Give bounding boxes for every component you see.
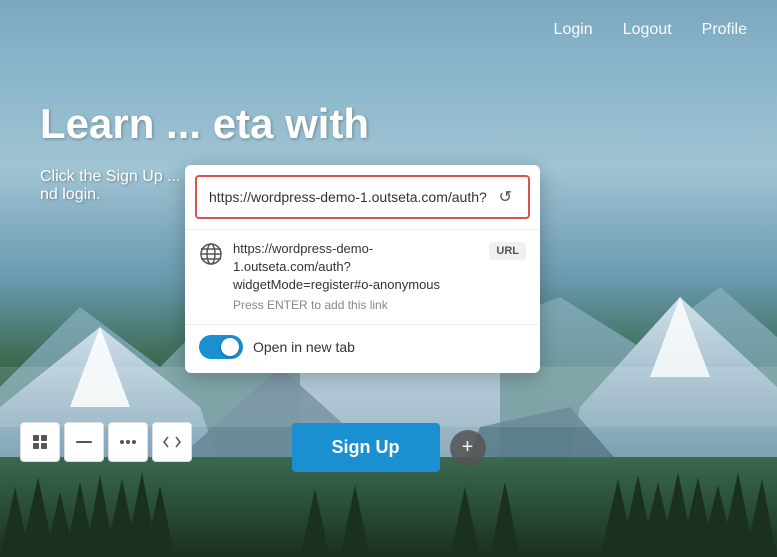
link-reset-button[interactable]: ↺ [495,187,516,207]
toolbar-code-btn[interactable] [152,422,192,462]
bottom-toolbar [20,422,192,462]
link-input[interactable] [209,189,495,205]
toolbar-minus-btn[interactable] [64,422,104,462]
suggestion-hint: Press ENTER to add this link [233,298,479,312]
link-popup: ↺ https://wordpress-demo-1.outseta.com/a… [185,165,540,373]
signup-area: Sign Up + [292,423,486,472]
suggestion-text: https://wordpress-demo-1.outseta.com/aut… [233,240,479,312]
toolbar-dots-btn[interactable] [108,422,148,462]
navigation: Login Logout Profile [0,0,777,60]
link-input-container: ↺ [195,175,530,219]
link-suggestion[interactable]: https://wordpress-demo-1.outseta.com/aut… [185,229,540,324]
profile-link[interactable]: Profile [702,21,747,39]
logout-link[interactable]: Logout [623,21,672,39]
globe-icon [199,242,223,266]
add-block-button[interactable]: + [450,430,486,466]
toggle-thumb [221,338,239,356]
toggle-track [199,335,243,359]
login-link[interactable]: Login [554,21,593,39]
signup-button[interactable]: Sign Up [292,423,440,472]
url-badge: URL [489,242,526,260]
open-new-tab-label: Open in new tab [253,339,355,355]
suggestion-url: https://wordpress-demo-1.outseta.com/aut… [233,240,479,295]
open-new-tab-row: Open in new tab [185,324,540,373]
hero-title: Learn ... eta with [40,100,737,148]
toolbar-layout-btn[interactable] [20,422,60,462]
open-new-tab-toggle[interactable] [199,335,243,359]
